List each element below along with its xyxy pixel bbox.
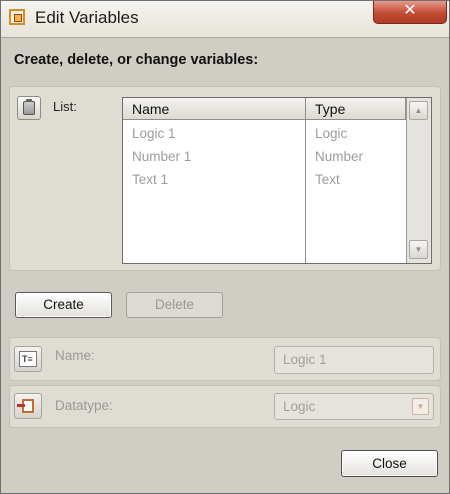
- table-row-1-name[interactable]: Logic 1: [132, 123, 176, 145]
- table-row-3-name[interactable]: Text 1: [132, 169, 168, 191]
- dialog-heading: Create, delete, or change variables:: [14, 52, 259, 68]
- table-row-2-type[interactable]: Number: [315, 146, 363, 168]
- variables-app-icon: [9, 9, 25, 25]
- column-header-name[interactable]: Name: [123, 98, 306, 120]
- name-label: Name:: [55, 348, 95, 363]
- close-button[interactable]: Close: [341, 450, 438, 477]
- window-title: Edit Variables: [35, 8, 139, 27]
- chevron-down-icon[interactable]: ▼: [412, 398, 429, 415]
- vertical-scrollbar[interactable]: ▲ ▼: [406, 98, 431, 263]
- clipboard-icon-button[interactable]: [17, 96, 41, 120]
- scroll-down-arrow-icon[interactable]: ▼: [409, 240, 428, 259]
- window-close-button[interactable]: ✕: [373, 1, 447, 24]
- datatype-select[interactable]: Logic ▼: [274, 393, 434, 420]
- edit-variables-dialog: Edit Variables ✕ Create, delete, or chan…: [0, 0, 450, 494]
- create-button[interactable]: Create: [15, 292, 112, 318]
- datatype-label: Datatype:: [55, 398, 113, 413]
- text-field-icon: T≡: [14, 346, 42, 372]
- table-row-1-type[interactable]: Logic: [315, 123, 347, 145]
- name-input[interactable]: Logic 1: [274, 346, 434, 374]
- column-header-type[interactable]: Type: [306, 98, 406, 120]
- column-divider: [305, 120, 306, 263]
- title-bar[interactable]: Edit Variables ✕: [1, 1, 449, 38]
- datatype-icon: [14, 393, 42, 419]
- list-label: List:: [53, 99, 77, 114]
- table-row-2-name[interactable]: Number 1: [132, 146, 191, 168]
- scroll-up-arrow-icon[interactable]: ▲: [409, 101, 428, 120]
- variables-table: Name Type Logic 1 Logic Number 1 Number …: [122, 97, 432, 264]
- table-row-3-type[interactable]: Text: [315, 169, 340, 191]
- datatype-selected-value: Logic: [283, 399, 316, 414]
- clipboard-icon: [23, 99, 35, 115]
- delete-button[interactable]: Delete: [126, 292, 223, 318]
